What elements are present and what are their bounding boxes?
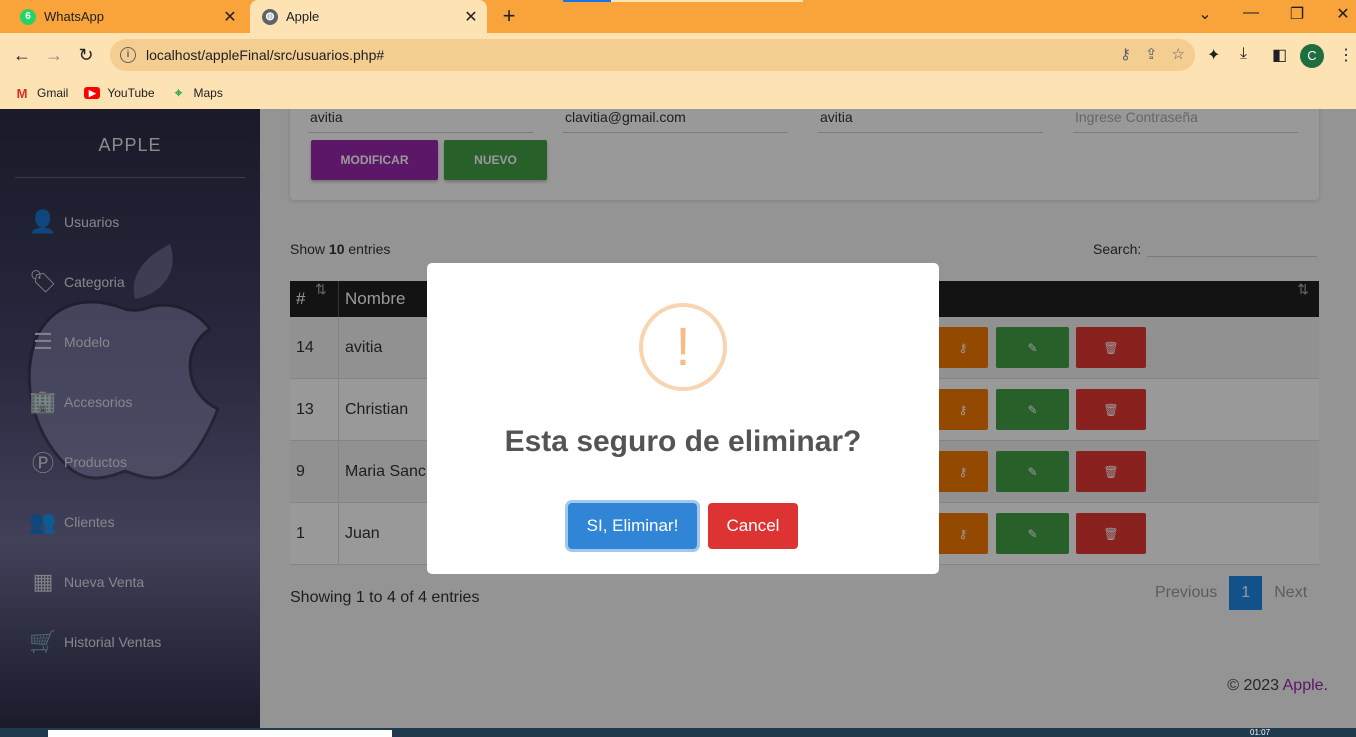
info-icon[interactable]: i (120, 47, 136, 63)
tab-title: WhatsApp (44, 9, 104, 24)
bookmarks-bar: M Gmail ▶ YouTube ⌖ Maps (0, 77, 1356, 109)
globe-icon: ◍ (262, 8, 278, 25)
bookmark-label: Gmail (37, 86, 69, 100)
extensions-icon[interactable]: ✦ (1207, 45, 1220, 65)
forward-icon[interactable]: → (42, 43, 66, 67)
download-icon[interactable]: ⤓ (1240, 45, 1247, 63)
whatsapp-icon: 6 (20, 8, 36, 25)
dialog-title: Esta seguro de eliminar? (504, 425, 862, 458)
back-icon[interactable]: ← (10, 43, 34, 67)
key-icon[interactable]: ⚷ (1120, 45, 1131, 63)
close-tab-icon[interactable]: ✕ (461, 7, 481, 27)
tab-whatsapp[interactable]: 6 WhatsApp ✕ (8, 0, 246, 33)
page: APPLE 👤 Usuarios 🏷 Categoria ☰ Modelo 🏢 … (0, 109, 1356, 728)
youtube-icon: ▶ (84, 87, 101, 99)
warning-icon: ! (639, 303, 727, 391)
side-panel-icon[interactable]: ◧ (1272, 45, 1287, 65)
bookmark-label: Maps (193, 86, 223, 100)
tab-title: Apple (286, 9, 320, 24)
tab-bar: 6 WhatsApp ✕ ◍ Apple ✕ + ⌄ — ❐ ✕ (0, 0, 1356, 33)
bookmark-youtube[interactable]: ▶ YouTube (84, 86, 155, 100)
tab-search-icon[interactable]: ⌄ (1190, 4, 1220, 24)
menu-icon[interactable]: ⋮ (1338, 45, 1354, 65)
confirm-delete-dialog: ! Esta seguro de eliminar? SI, Eliminar!… (427, 263, 939, 574)
cancel-button[interactable]: Cancel (708, 503, 798, 549)
new-tab-button[interactable]: + (498, 5, 520, 27)
restore-icon[interactable]: ❐ (1282, 4, 1312, 24)
confirm-delete-button[interactable]: SI, Eliminar! (568, 503, 697, 549)
tab-apple[interactable]: ◍ Apple ✕ (250, 0, 487, 33)
taskbar-search[interactable] (48, 730, 392, 737)
loading-progress (563, 0, 803, 2)
profile-avatar[interactable]: C (1300, 44, 1324, 68)
clock: 01:07 (1250, 728, 1271, 737)
address-bar[interactable]: i localhost/appleFinal/src/usuarios.php#… (110, 39, 1195, 71)
star-icon[interactable]: ☆ (1172, 45, 1185, 63)
bookmark-label: YouTube (107, 86, 155, 100)
close-window-icon[interactable]: ✕ (1328, 4, 1356, 24)
url-text[interactable]: localhost/appleFinal/src/usuarios.php# (146, 47, 384, 63)
close-tab-icon[interactable]: ✕ (220, 7, 240, 27)
share-icon[interactable]: ⇪ (1145, 45, 1158, 63)
minimize-icon[interactable]: — (1236, 4, 1266, 22)
reload-icon[interactable]: ↻ (74, 43, 98, 67)
browser-toolbar: ← → ↻ i localhost/appleFinal/src/usuario… (0, 33, 1356, 77)
bookmark-gmail[interactable]: M Gmail (14, 85, 69, 101)
gmail-icon: M (16, 85, 28, 101)
os-taskbar: 01:07 (0, 728, 1356, 737)
maps-icon: ⌖ (174, 85, 183, 100)
bookmark-maps[interactable]: ⌖ Maps (171, 85, 223, 100)
